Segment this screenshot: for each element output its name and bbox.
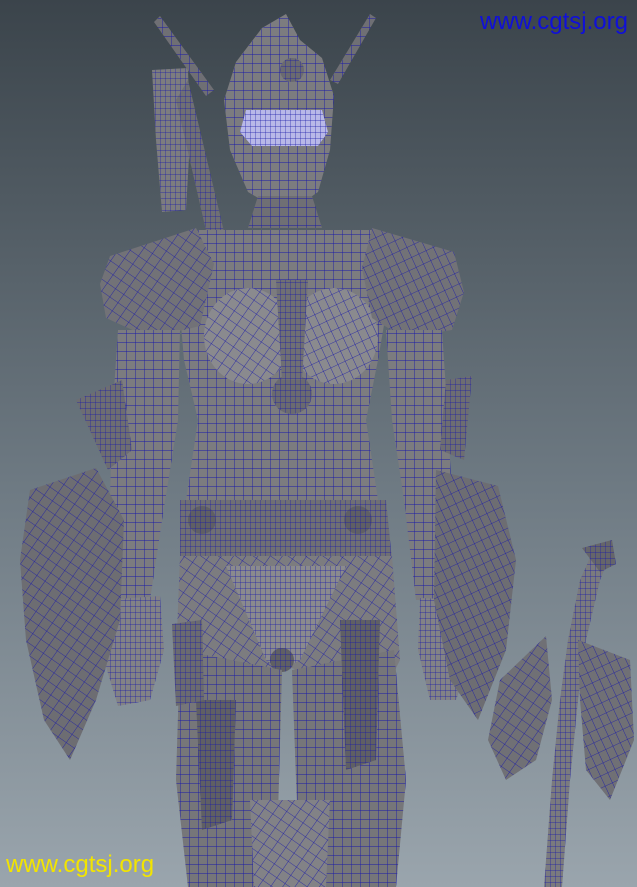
watermark-top-right: www.cgtsj.org [479,8,628,35]
thigh-pouch [172,620,204,706]
wireframe-render [0,0,637,887]
belt [180,500,392,560]
3d-viewport: www.cgtsj.org www.cgtsj.org [0,0,637,887]
watermark-bottom-left: www.cgtsj.org [6,851,155,878]
neck [248,196,322,228]
